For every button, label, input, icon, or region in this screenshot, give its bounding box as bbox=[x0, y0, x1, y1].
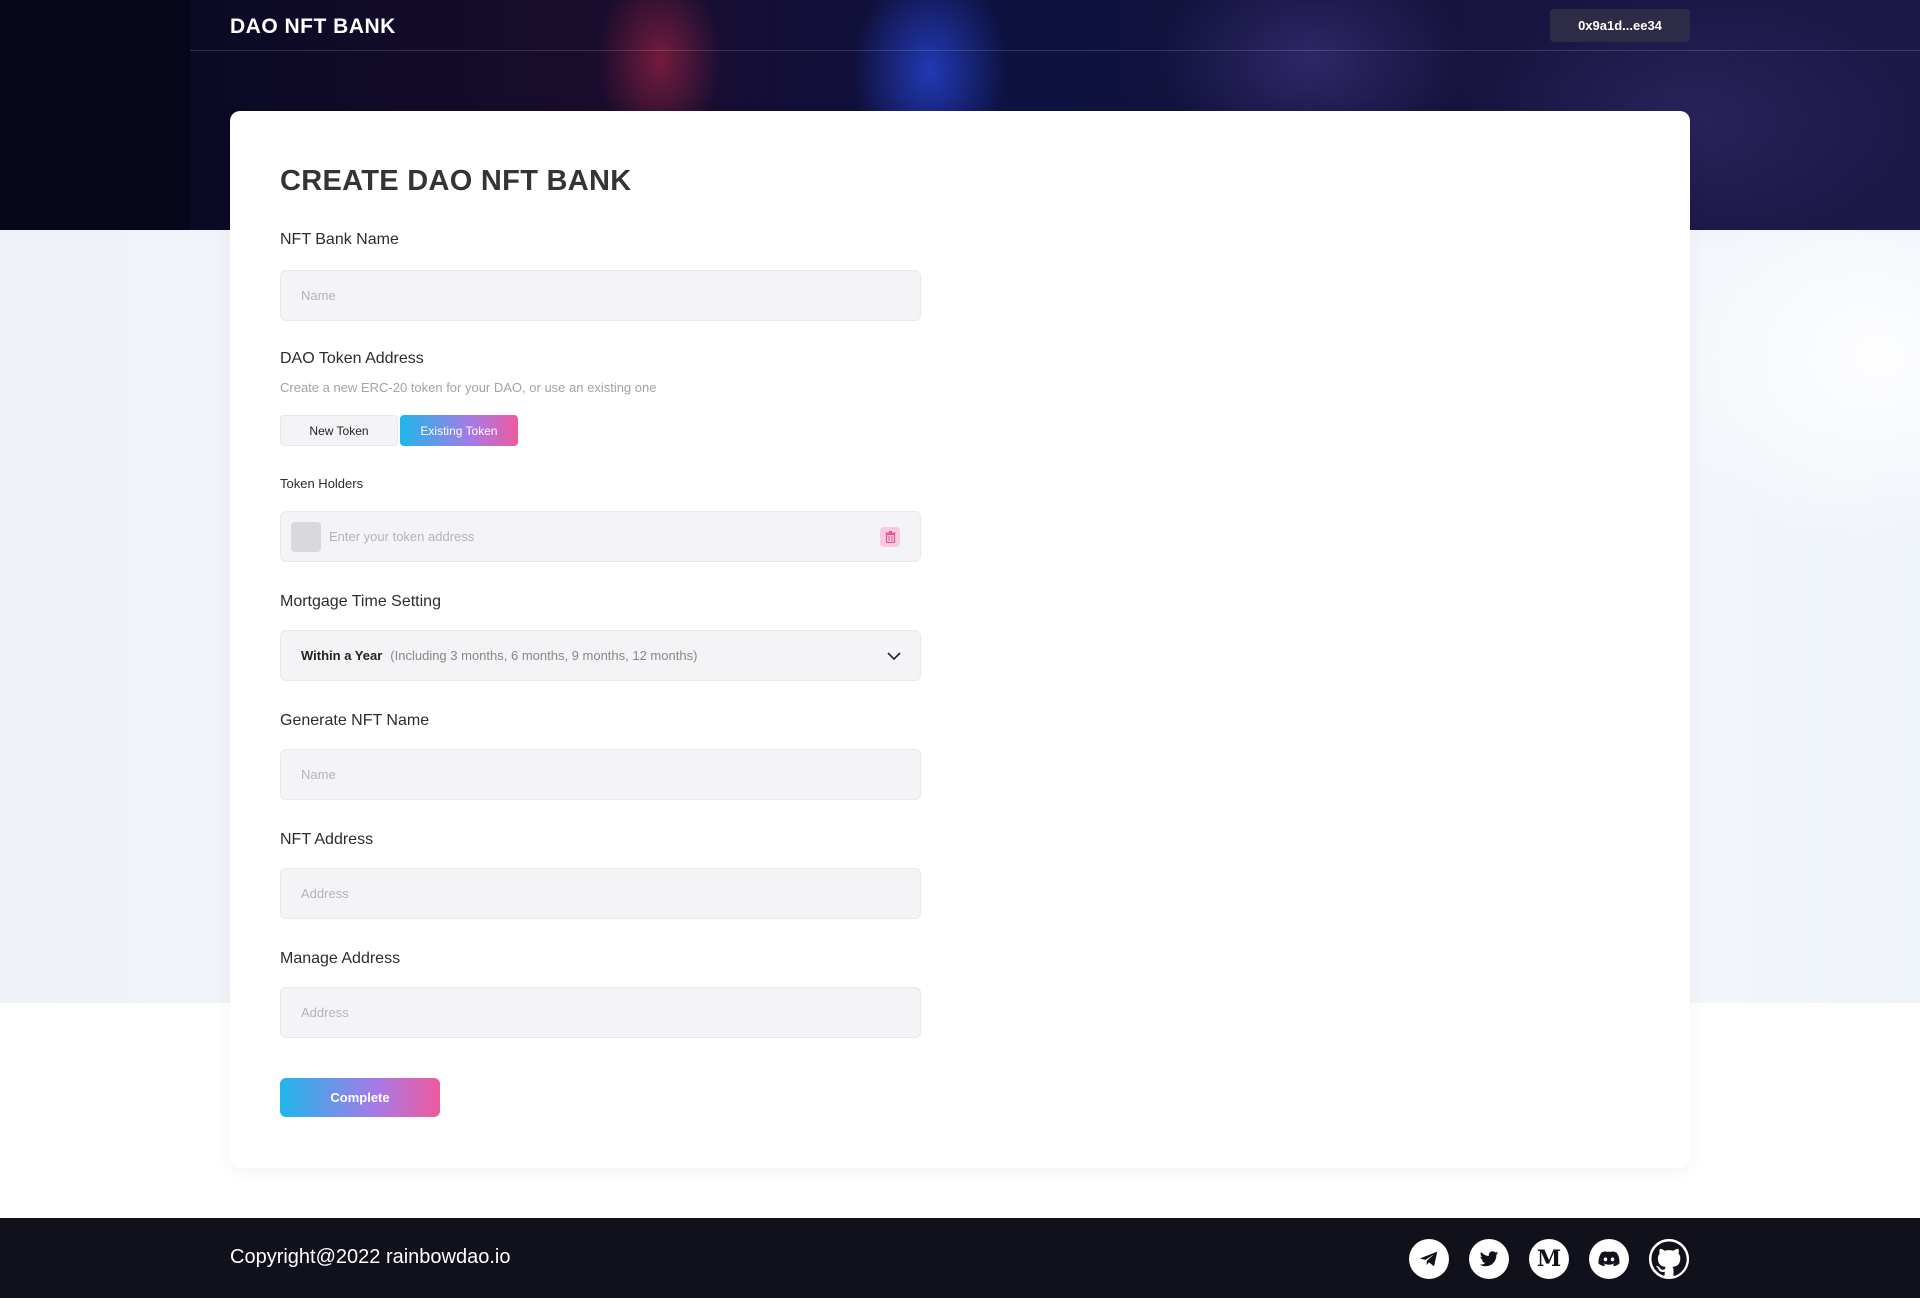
wallet-address-button[interactable]: 0x9a1d...ee34 bbox=[1550, 9, 1690, 42]
manage-address-label: Manage Address bbox=[280, 950, 401, 967]
token-holders-label: Token Holders bbox=[280, 476, 364, 491]
mortgage-selected-value: Within a Year bbox=[301, 648, 383, 663]
brand-logo[interactable]: DAO NFT BANK bbox=[230, 15, 396, 39]
delete-holder-button[interactable] bbox=[880, 527, 900, 547]
new-token-button[interactable]: New Token bbox=[280, 415, 398, 446]
discord-link[interactable] bbox=[1589, 1239, 1629, 1279]
nft-name-label: Generate NFT Name bbox=[280, 712, 430, 729]
medium-link[interactable]: M bbox=[1529, 1239, 1569, 1279]
token-holder-input[interactable] bbox=[329, 512, 849, 561]
header-divider bbox=[190, 50, 1920, 51]
bank-name-label: NFT Bank Name bbox=[280, 231, 399, 248]
footer: Copyright@2022 rainbowdao.io M bbox=[0, 1218, 1920, 1298]
chevron-down-icon bbox=[887, 652, 901, 661]
token-type-toggle: New Token Existing Token bbox=[280, 415, 518, 446]
bank-name-input[interactable] bbox=[280, 270, 921, 321]
github-icon bbox=[1649, 1239, 1689, 1279]
page-title: CREATE DAO NFT BANK bbox=[280, 165, 632, 197]
nft-address-label: NFT Address bbox=[280, 831, 374, 848]
create-bank-form-card: CREATE DAO NFT BANK NFT Bank Name DAO To… bbox=[230, 111, 1690, 1168]
mortgage-selected-detail: (Including 3 months, 6 months, 9 months,… bbox=[390, 648, 698, 663]
existing-token-button[interactable]: Existing Token bbox=[400, 415, 518, 446]
trash-icon bbox=[885, 531, 895, 543]
twitter-link[interactable] bbox=[1469, 1239, 1509, 1279]
telegram-icon bbox=[1419, 1251, 1438, 1267]
nft-address-input[interactable] bbox=[280, 868, 921, 919]
mortgage-time-select[interactable]: Within a Year (Including 3 months, 6 mon… bbox=[280, 630, 921, 681]
nft-name-input[interactable] bbox=[280, 749, 921, 800]
github-link[interactable] bbox=[1649, 1239, 1689, 1279]
social-links: M bbox=[1409, 1239, 1689, 1279]
holder-avatar-placeholder bbox=[291, 522, 321, 552]
mortgage-time-label: Mortgage Time Setting bbox=[280, 593, 441, 610]
manage-address-input[interactable] bbox=[280, 987, 921, 1038]
twitter-icon bbox=[1479, 1251, 1499, 1267]
token-address-label: DAO Token Address bbox=[280, 350, 424, 367]
medium-icon: M bbox=[1536, 1246, 1562, 1272]
token-address-hint: Create a new ERC-20 token for your DAO, … bbox=[280, 380, 657, 395]
copyright-text: Copyright@2022 rainbowdao.io bbox=[230, 1246, 511, 1268]
discord-icon bbox=[1598, 1251, 1620, 1267]
telegram-link[interactable] bbox=[1409, 1239, 1449, 1279]
token-holder-row bbox=[280, 511, 921, 562]
complete-button[interactable]: Complete bbox=[280, 1078, 440, 1117]
